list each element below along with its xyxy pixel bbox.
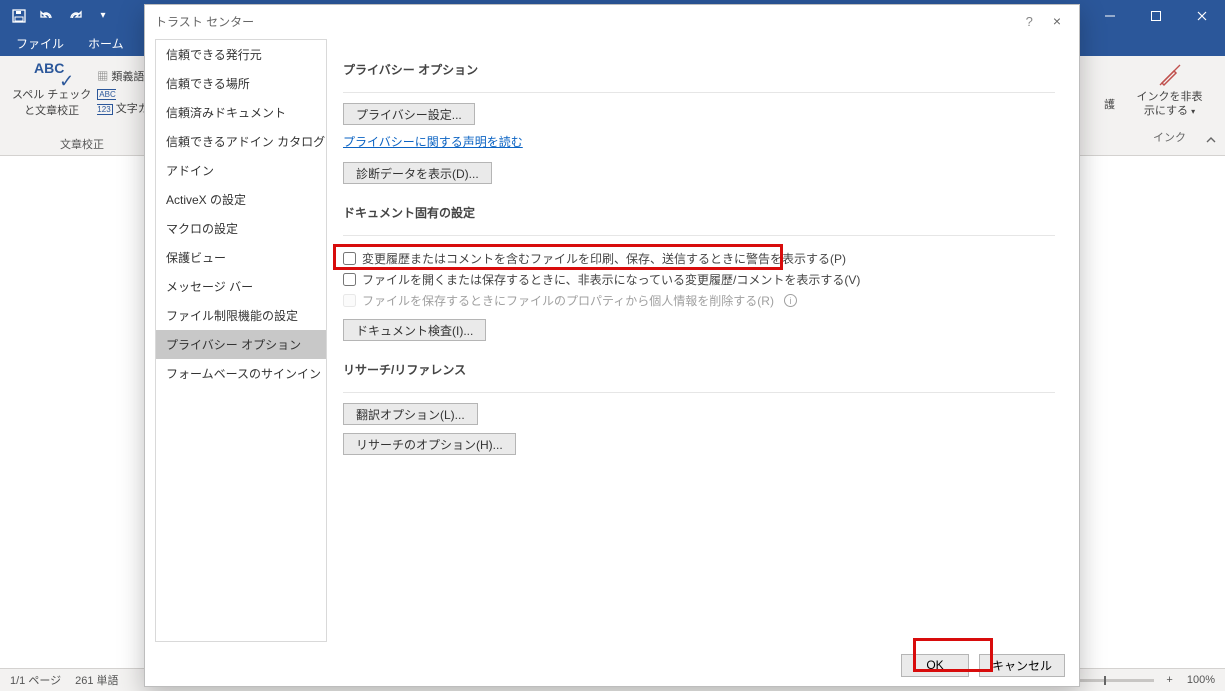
nav-form-signin[interactable]: フォームベースのサインイン [156, 359, 326, 388]
privacy-settings-button[interactable]: プライバシー設定... [343, 103, 475, 125]
chk-show-hidden-row[interactable]: ファイルを開くまたは保存するときに、非表示になっている変更履歴/コメントを表示す… [343, 271, 1055, 288]
ribbon-protect-label: 護 [1104, 96, 1115, 112]
section-research-title: リサーチ/リファレンス [343, 361, 1055, 378]
research-options-button[interactable]: リサーチのオプション(H)... [343, 433, 516, 455]
zoom-in-icon[interactable]: + [1162, 674, 1176, 686]
book-icon: ▦ [97, 71, 108, 83]
minimize-icon[interactable] [1087, 1, 1133, 31]
ok-button[interactable]: OK [901, 654, 969, 677]
section-document-specific-title: ドキュメント固有の設定 [343, 204, 1055, 221]
nav-addins[interactable]: アドイン [156, 156, 326, 185]
chk-show-hidden[interactable] [343, 273, 356, 286]
nav-trusted-documents[interactable]: 信頼済みドキュメント [156, 98, 326, 127]
status-words[interactable]: 261 単語 [75, 672, 118, 688]
nav-protected-view[interactable]: 保護ビュー [156, 243, 326, 272]
chk-remove-personal-row: ファイルを保存するときにファイルのプロパティから個人情報を削除する(R) i [343, 292, 1055, 309]
maximize-icon[interactable] [1133, 1, 1179, 31]
trust-center-content: プライバシー オプション プライバシー設定... プライバシーに関する声明を読む… [333, 37, 1079, 644]
redo-icon[interactable] [62, 4, 88, 28]
window-controls [1087, 1, 1225, 31]
info-icon[interactable]: i [784, 294, 797, 307]
dialog-titlebar: トラスト センター ? × [145, 5, 1079, 37]
nav-trusted-addin-catalogs[interactable]: 信頼できるアドイン カタログ [156, 127, 326, 156]
close-icon[interactable] [1179, 1, 1225, 31]
checkmark-icon: ✓ [42, 76, 91, 86]
wordcount-icon: ABC123 [97, 89, 115, 115]
pen-icon[interactable] [1132, 62, 1207, 88]
wordcount-button[interactable]: ABC123 文字カ [97, 88, 148, 116]
nav-message-bar[interactable]: メッセージ バー [156, 272, 326, 301]
nav-privacy-options[interactable]: プライバシー オプション [156, 330, 326, 359]
document-inspect-button[interactable]: ドキュメント検査(I)... [343, 319, 486, 341]
nav-trusted-publishers[interactable]: 信頼できる発行元 [156, 40, 326, 69]
zoom-percent[interactable]: 100% [1187, 674, 1215, 686]
trust-center-nav: 信頼できる発行元 信頼できる場所 信頼済みドキュメント 信頼できるアドイン カタ… [155, 39, 327, 642]
quick-access-toolbar: ▾ [0, 4, 122, 28]
undo-icon[interactable] [34, 4, 60, 28]
translate-options-button[interactable]: 翻訳オプション(L)... [343, 403, 478, 425]
dialog-title: トラスト センター [155, 13, 254, 30]
privacy-statement-link[interactable]: プライバシーに関する声明を読む [343, 133, 523, 150]
status-page[interactable]: 1/1 ページ [10, 672, 61, 688]
dialog-footer: OK キャンセル [145, 644, 1079, 686]
close-icon[interactable]: × [1045, 11, 1069, 31]
trust-center-dialog: トラスト センター ? × 信頼できる発行元 信頼できる場所 信頼済みドキュメン… [144, 4, 1080, 687]
collapse-ribbon-icon[interactable] [1201, 131, 1221, 151]
cancel-button[interactable]: キャンセル [979, 654, 1065, 677]
tab-home[interactable]: ホーム [76, 31, 136, 56]
chk-warn-print[interactable] [343, 252, 356, 265]
diagnostic-data-button[interactable]: 診断データを表示(D)... [343, 162, 492, 184]
nav-file-block[interactable]: ファイル制限機能の設定 [156, 301, 326, 330]
nav-activex[interactable]: ActiveX の設定 [156, 185, 326, 214]
ribbon-group-proofing: ABC ✓ スペル チェック と文章校正 ▦ 類義語 ABC123 文字カ [12, 60, 152, 152]
qat-dropdown-icon[interactable]: ▾ [90, 4, 116, 28]
ribbon-group-ink: インクを非表 示にする ▾ インク [1132, 62, 1207, 145]
spellcheck-button[interactable]: ABC ✓ スペル チェック と文章校正 [12, 60, 91, 118]
section-privacy-options-title: プライバシー オプション [343, 61, 1055, 78]
nav-trusted-locations[interactable]: 信頼できる場所 [156, 69, 326, 98]
nav-macro-settings[interactable]: マクロの設定 [156, 214, 326, 243]
help-icon[interactable]: ? [1026, 14, 1033, 29]
save-icon[interactable] [6, 4, 32, 28]
thesaurus-button[interactable]: ▦ 類義語 [97, 68, 148, 84]
tab-file[interactable]: ファイル [4, 31, 76, 56]
chk-remove-personal [343, 294, 356, 307]
chk-warn-print-row[interactable]: 変更履歴またはコメントを含むファイルを印刷、保存、送信するときに警告を表示する(… [343, 250, 1055, 267]
ribbon-group-label: 文章校正 [12, 136, 152, 152]
